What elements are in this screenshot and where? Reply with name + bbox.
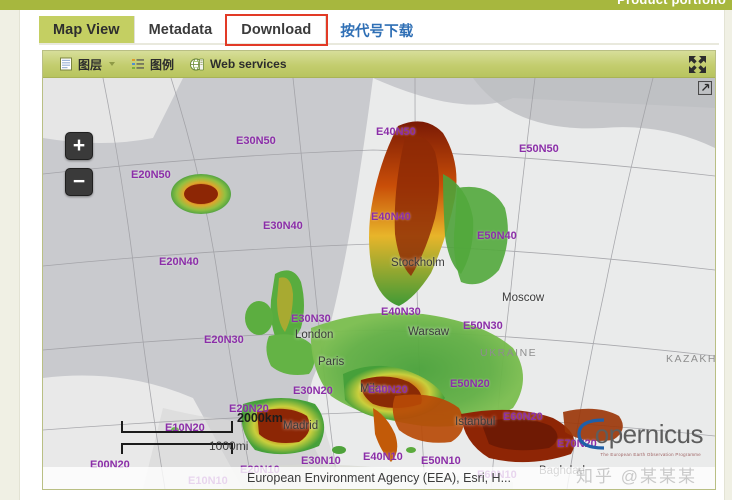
grid-label: E30N10 [301, 455, 341, 467]
scale-bar: 2000km 1000mi [121, 411, 283, 454]
layers-icon [59, 57, 73, 71]
grid-label: E20N40 [159, 256, 199, 268]
scale-bar-km-label: 2000km [237, 411, 283, 425]
grid-label: E40N10 [363, 451, 403, 463]
product-portfolio-banner: Product portfolio [0, 0, 732, 10]
grid-label: E40N20 [368, 384, 408, 396]
grid-label: E20N30 [204, 334, 244, 346]
layers-label: 图层 [78, 57, 103, 72]
resize-handle-icon[interactable] [698, 81, 712, 95]
tab-map-view-label: Map View [53, 22, 120, 38]
city-label: Madrid [283, 420, 319, 432]
grid-label: E30N30 [291, 313, 331, 325]
grid-label: E50N50 [519, 143, 559, 155]
grid-label: E30N20 [293, 385, 333, 397]
map-canvas[interactable]: + − E20N50 E30N50 E40N50 E50N50 E30N40 E… [43, 78, 715, 489]
copernicus-wordmark: opernicus [594, 418, 704, 449]
tab-bar-underline [39, 43, 719, 45]
copernicus-logo: opernicus The European Earth Observation… [571, 415, 704, 457]
tab-bar: Map View Metadata Download 按代号下载 [21, 10, 724, 48]
tab-download[interactable]: Download [225, 14, 329, 46]
country-label: UKRAINE [480, 347, 538, 359]
globe-icon [190, 57, 205, 72]
legend-label: 图例 [150, 57, 175, 72]
grid-label: E60N20 [503, 411, 543, 423]
country-label: KAZAKHST [666, 353, 715, 365]
grid-label: E30N50 [236, 135, 276, 147]
grid-label: E50N20 [450, 378, 490, 390]
city-label: Paris [318, 356, 345, 368]
zoom-in-button[interactable]: + [65, 132, 93, 160]
grid-label: E30N40 [263, 220, 303, 232]
grid-label: E50N10 [421, 455, 461, 467]
zoom-out-button[interactable]: − [65, 168, 93, 196]
chevron-down-icon [109, 62, 116, 66]
city-label: Stockholm [391, 257, 445, 269]
map-toolbar: 图层 图例 Web services [43, 51, 715, 78]
tab-list: Map View Metadata Download 按代号下载 [39, 14, 427, 46]
copernicus-subtitle: The European Earth Observation Programme [600, 452, 701, 457]
layers-menu-button[interactable]: 图层 [51, 53, 123, 75]
tab-download-label: Download [241, 22, 312, 38]
legend-button[interactable]: 图例 [123, 53, 182, 75]
scale-bar-km-line [121, 421, 233, 433]
city-label: Istanbul [455, 416, 496, 428]
fullscreen-icon[interactable] [688, 55, 707, 74]
tab-download-by-code-label: 按代号下载 [340, 23, 414, 40]
page-gutter-left [0, 10, 20, 500]
city-label: Warsaw [408, 326, 450, 338]
web-services-button[interactable]: Web services [182, 53, 295, 75]
tab-map-view[interactable]: Map View [39, 16, 135, 44]
tab-metadata-label: Metadata [148, 22, 213, 38]
web-services-label: Web services [210, 57, 287, 71]
scale-bar-mi-label: 1000mi [209, 439, 249, 453]
legend-icon [131, 57, 145, 71]
grid-label: E40N50 [376, 126, 416, 138]
tab-metadata[interactable]: Metadata [135, 16, 228, 44]
tab-download-by-code[interactable]: 按代号下载 [326, 16, 427, 44]
grid-label: E50N30 [463, 320, 503, 332]
grid-label: E40N40 [371, 211, 411, 223]
city-label: London [295, 329, 334, 341]
grid-label: E20N50 [131, 169, 171, 181]
map-widget: 图层 图例 Web services + − E20N50 E30N50 E40… [42, 50, 716, 490]
page-gutter-right [724, 10, 732, 500]
map-attribution: European Environment Agency (EEA), Esri,… [43, 467, 715, 489]
banner-title: Product portfolio [617, 0, 726, 7]
grid-label: E50N40 [477, 230, 517, 242]
page-root: Product portfolio Map View Metadata Down… [0, 0, 732, 500]
city-label: Moscow [502, 292, 545, 304]
grid-label: E40N30 [381, 306, 421, 318]
